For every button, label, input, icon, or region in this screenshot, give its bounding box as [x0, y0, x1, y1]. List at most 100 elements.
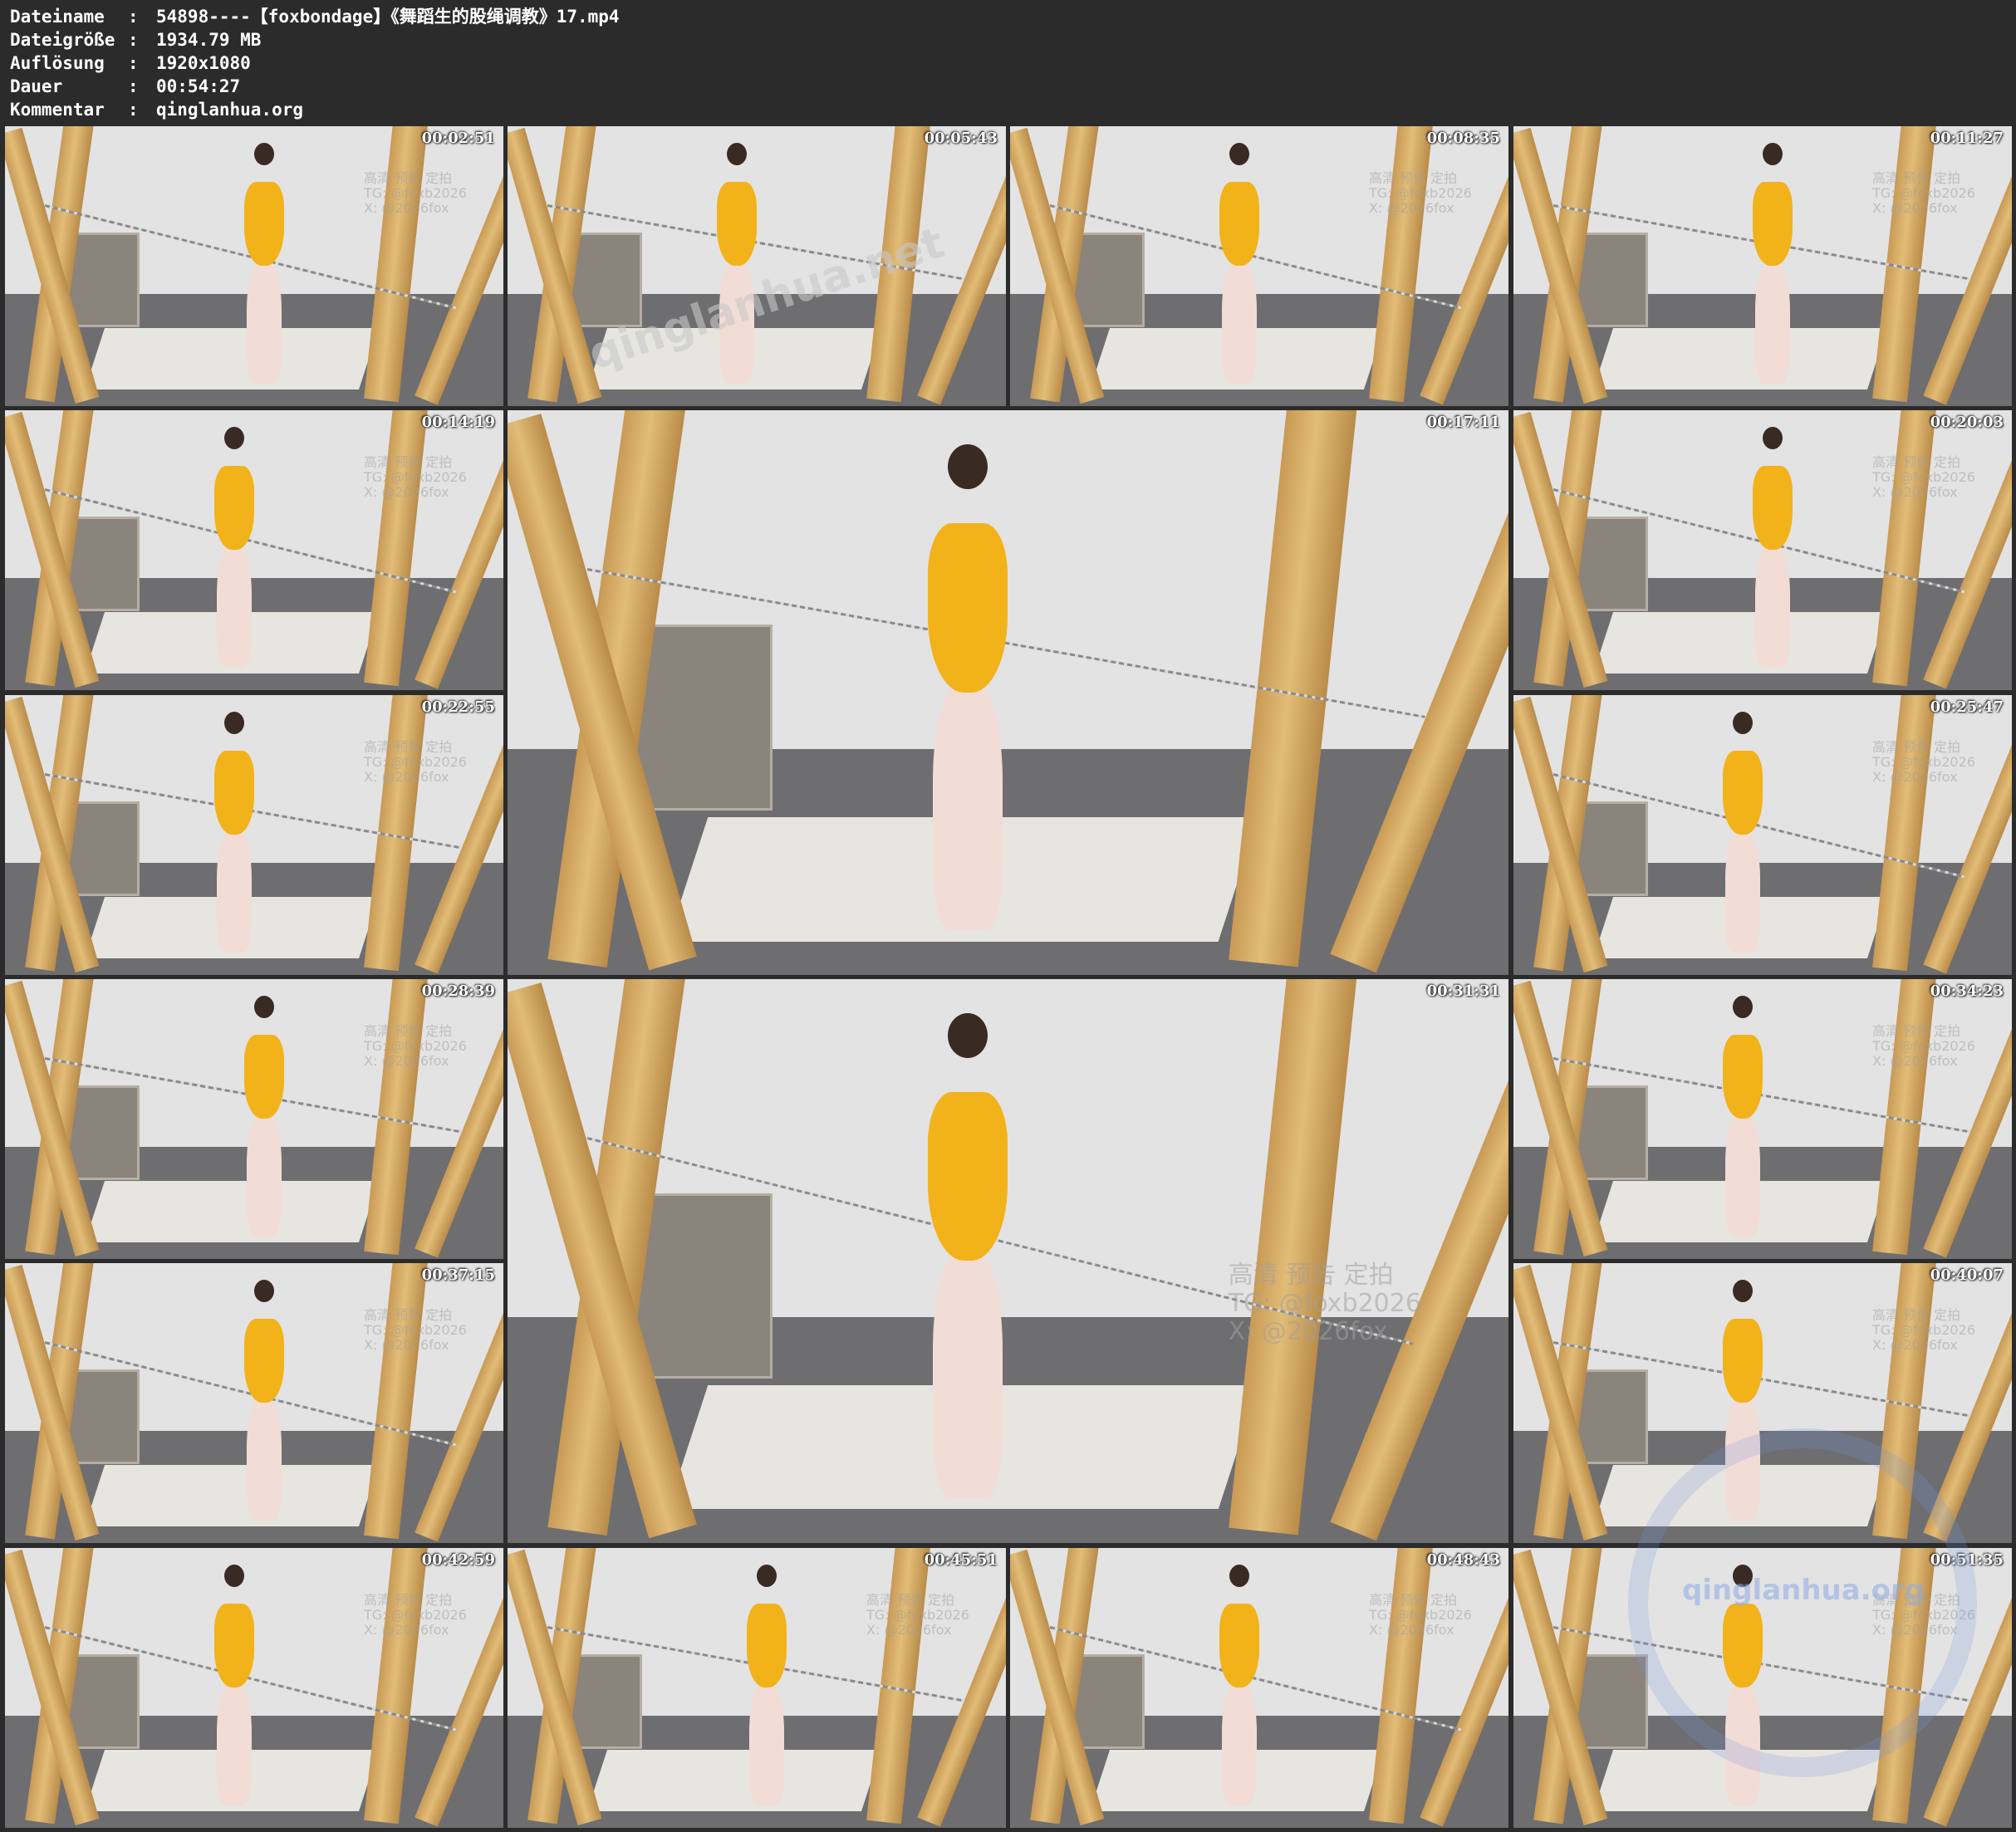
watermark-line: TG: @foxb2026 [1872, 1037, 1975, 1054]
video-thumbnail[interactable]: 高清 预告 定拍 TG: @foxb2026 X: @2026fox 00:25:47 [1513, 695, 2012, 975]
frame-timestamp: 00:08:35 [1426, 130, 1500, 147]
watermark-line: X: @2026fox [1369, 1621, 1454, 1638]
meta-key: Dateiname [10, 7, 105, 27]
meta-key: Auflösung [10, 53, 105, 73]
figure-leotard [214, 466, 254, 551]
video-thumbnail[interactable]: 高清 预告 定拍 TG: @foxb2026 X: @2026fox 00:20:03 [1513, 410, 2012, 690]
watermark-line: 高清 预告 定拍 [1872, 738, 1961, 755]
video-thumbnail[interactable]: 高清 预告 定拍 TG: @foxb2026 X: @2026fox 00:14:19 [5, 410, 503, 690]
scene-floor-mat [84, 1180, 380, 1242]
video-thumbnail[interactable]: 高清 预告 定拍 TG: @foxb2026 X: @2026fox 00:02:51 [5, 126, 503, 406]
figure-leotard [747, 1604, 787, 1688]
watermark-line: TG: @foxb2026 [1872, 468, 1975, 485]
watermark-line: TG: @foxb2026 [364, 184, 467, 201]
frame-timestamp: 00:02:51 [421, 130, 495, 147]
meta-value: qinglanhua.org [156, 100, 304, 120]
figure-legs [1755, 260, 1790, 385]
frame-timestamp: 00:48:43 [1426, 1551, 1500, 1569]
meta-value: 54898----【foxbondage】《舞蹈生的股绳调教》17.mp4 [156, 7, 620, 27]
video-thumbnail[interactable]: 高清 预告 定拍 TG: @foxb2026 X: @2026fox 00:08:35 [1010, 126, 1508, 406]
meta-colon: : [128, 7, 139, 27]
meta-key: Dateigröße [10, 30, 115, 50]
video-thumbnail[interactable]: 高清 预告 定拍 TG: @foxb2026 X: @2026fox 00:48:43 [1010, 1548, 1508, 1828]
frame-timestamp: 00:14:19 [421, 414, 495, 431]
figure-legs [1222, 1682, 1257, 1806]
video-thumbnail[interactable]: 00:17:11 [508, 410, 1508, 975]
figure-head [948, 1012, 988, 1058]
video-thumbnail[interactable]: 高清 预告 定拍 TG: @foxb2026 X: @2026fox 00:45:51 [508, 1548, 1006, 1828]
video-thumbnail[interactable]: 高清 预告 定拍 TG: @foxb2026 X: @2026fox 00:42:59 [5, 1548, 503, 1828]
meta-colon: : [128, 53, 139, 73]
meta-row-filesize: Dateigröße : 1934.79 MB [10, 28, 1256, 51]
watermark-line: 高清 预告 定拍 [1872, 169, 1961, 186]
meta-colon: : [128, 30, 139, 50]
figure-leotard [928, 523, 1008, 693]
figure-legs [217, 1682, 252, 1806]
watermark-line: TG: @foxb2026 [1228, 1288, 1421, 1318]
figure-leotard [244, 1035, 284, 1119]
file-info-header: Dateiname : 54898----【foxbondage】《舞蹈生的股绳… [10, 5, 1256, 121]
overlay-watermark: 高清 预告 定拍 TG: @foxb2026 X: @2026fox [1229, 1261, 1421, 1346]
watermark-line: 高清 预告 定拍 [364, 1306, 453, 1323]
overlay-watermark: 高清 预告 定拍 TG: @foxb2026 X: @2026fox [364, 1023, 467, 1069]
figure-legs [933, 681, 1003, 930]
watermark-line: TG: @foxb2026 [1369, 1606, 1472, 1623]
overlay-watermark: 高清 预告 定拍 TG: @foxb2026 X: @2026fox [1872, 169, 1975, 216]
overlay-watermark: 高清 预告 定拍 TG: @foxb2026 X: @2026fox [1872, 738, 1975, 785]
meta-value: 00:54:27 [156, 76, 241, 96]
figure-leotard [1219, 1604, 1259, 1688]
video-thumbnail[interactable]: 高清 预告 定拍 TG: @foxb2026 X: @2026fox 00:28:39 [5, 979, 503, 1259]
watermark-line: TG: @foxb2026 [1369, 184, 1472, 201]
meta-row-resolution: Auflösung : 1920x1080 [10, 51, 1256, 75]
watermark-line: X: @2026fox [1872, 483, 1958, 500]
frame-timestamp: 00:11:27 [1930, 130, 2004, 147]
watermark-line: 高清 预告 定拍 [866, 1591, 955, 1608]
figure-legs [1222, 260, 1257, 385]
figure-legs [247, 260, 282, 385]
site-watermark-circle: qinglanhua.org [1682, 1574, 1925, 1607]
watermark-line: X: @2026fox [1872, 1052, 1958, 1069]
video-thumbnail[interactable]: 高清 预告 定拍 TG: @foxb2026 X: @2026fox 00:31:31 [508, 979, 1508, 1543]
watermark-line: X: @2026fox [1872, 199, 1958, 216]
figure-legs [1725, 829, 1760, 953]
watermark-line: TG: @foxb2026 [1872, 184, 1975, 201]
video-thumbnail[interactable]: 高清 预告 定拍 TG: @foxb2026 X: @2026fox 00:37:15 [5, 1263, 503, 1543]
meta-row-duration: Dauer : 00:54:27 [10, 75, 1256, 98]
watermark-line: TG: @foxb2026 [364, 1606, 467, 1623]
meta-key: Kommentar [10, 100, 105, 120]
watermark-line: 高清 预告 定拍 [1872, 453, 1961, 470]
scene-floor-mat [586, 1749, 882, 1811]
frame-timestamp: 00:40:07 [1930, 1266, 2004, 1284]
watermark-line: 高清 预告 定拍 [1872, 1022, 1961, 1039]
overlay-watermark: 高清 预告 定拍 TG: @foxb2026 X: @2026fox [1369, 170, 1472, 216]
figure-leotard [928, 1091, 1008, 1261]
watermark-line: X: @2026fox [364, 768, 449, 785]
watermark-line: 高清 预告 定拍 [1228, 1260, 1394, 1290]
watermark-line: X: @2026fox [1369, 199, 1454, 216]
scene-floor-mat [1592, 327, 1888, 389]
watermark-line: X: @2026fox [1872, 1336, 1958, 1353]
figure-leotard [1219, 182, 1259, 267]
figure-head [948, 443, 988, 490]
overlay-watermark: 高清 预告 定拍 TG: @foxb2026 X: @2026fox [364, 454, 467, 500]
watermark-line: 高清 预告 定拍 [364, 738, 453, 755]
meta-value: 1920x1080 [156, 53, 251, 73]
watermark-line: TG: @foxb2026 [364, 1321, 467, 1338]
overlay-watermark: 高清 预告 定拍 TG: @foxb2026 X: @2026fox [364, 170, 467, 216]
overlay-watermark: 高清 预告 定拍 TG: @foxb2026 X: @2026fox [364, 738, 467, 785]
watermark-line: TG: @foxb2026 [364, 1037, 467, 1054]
watermark-line: X: @2026fox [1228, 1316, 1388, 1346]
watermark-line: 高清 预告 定拍 [1872, 1306, 1961, 1323]
overlay-watermark: 高清 预告 定拍 TG: @foxb2026 X: @2026fox [1369, 1592, 1472, 1638]
overlay-watermark: 高清 预告 定拍 TG: @foxb2026 X: @2026fox [866, 1591, 969, 1638]
figure-legs [1725, 1113, 1760, 1237]
frame-timestamp: 00:05:43 [924, 130, 998, 147]
video-thumbnail[interactable]: 高清 预告 定拍 TG: @foxb2026 X: @2026fox 00:22:55 [5, 695, 503, 975]
video-thumbnail[interactable]: 高清 预告 定拍 TG: @foxb2026 X: @2026fox 00:34:23 [1513, 979, 2012, 1259]
figure-legs [1755, 544, 1790, 669]
video-thumbnail[interactable]: 高清 预告 定拍 TG: @foxb2026 X: @2026fox 00:11:27 [1513, 126, 2012, 406]
figure-leotard [1753, 466, 1793, 551]
watermark-line: X: @2026fox [364, 1336, 449, 1353]
watermark-line: TG: @foxb2026 [364, 468, 467, 485]
watermark-line: X: @2026fox [866, 1621, 952, 1638]
